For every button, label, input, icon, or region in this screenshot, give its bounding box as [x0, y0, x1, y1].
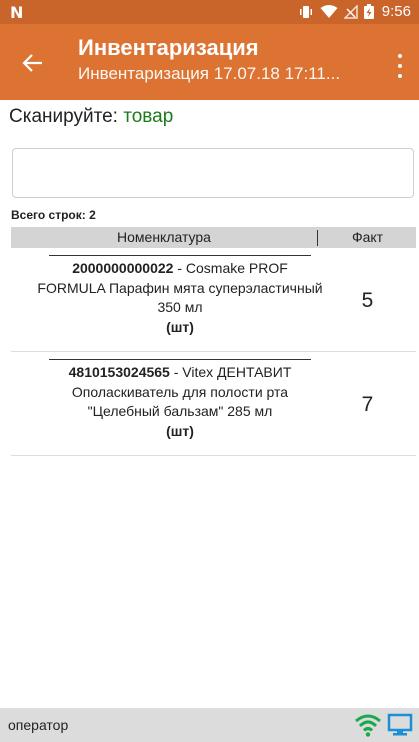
app-subtitle: Инвентаризация 17.07.18 17:11...	[78, 64, 341, 83]
battery-charging-icon	[363, 4, 374, 19]
wifi-signal-icon	[320, 4, 338, 18]
monitor-icon	[387, 713, 413, 736]
row-fact: 7	[361, 393, 374, 416]
status-icons: 9:56	[298, 3, 411, 20]
column-divider	[317, 230, 318, 246]
app-titles: Инвентаризация Инвентаризация 17.07.18 1…	[78, 34, 378, 86]
no-signal-icon	[343, 4, 358, 19]
scan-prompt-label: Сканируйте:	[9, 106, 118, 127]
row-unit: (шт)	[166, 318, 194, 335]
row-barcode: 2000000000022	[72, 260, 174, 276]
row-description: 4810153024565 - Vitex ДЕНТАВИТ Ополаскив…	[37, 363, 323, 441]
status-bar: N 9:56	[0, 0, 419, 24]
scan-target: товар	[123, 106, 174, 127]
column-header-fact: Факт	[351, 229, 384, 245]
table-header: Номенклатура Факт	[11, 227, 416, 248]
more-vert-icon[interactable]	[393, 54, 407, 78]
row-description: 2000000000022 - Cosmake PROF FORMULA Пар…	[37, 259, 323, 337]
status-time: 9:56	[381, 3, 411, 20]
vibrate-icon	[299, 5, 312, 18]
rows-count: Всего строк: 2	[11, 208, 96, 222]
n-logo-icon: N	[10, 3, 24, 22]
table-row[interactable]: 2000000000022 - Cosmake PROF FORMULA Пар…	[11, 249, 416, 352]
row-barcode: 4810153024565	[68, 364, 170, 380]
wifi-icon	[355, 714, 381, 737]
table-row[interactable]: 4810153024565 - Vitex ДЕНТАВИТ Ополаскив…	[11, 353, 416, 456]
row-divider	[49, 359, 311, 360]
app-title: Инвентаризация	[78, 35, 259, 60]
row-unit: (шт)	[166, 422, 194, 439]
row-divider	[49, 255, 311, 256]
operator-label: оператор	[8, 717, 69, 733]
back-button[interactable]	[18, 48, 48, 78]
row-fact: 5	[361, 289, 374, 312]
bottom-bar: оператор	[0, 708, 419, 742]
arrow-left-icon	[22, 54, 42, 72]
scan-prompt: Сканируйте: товар	[9, 106, 173, 128]
scan-input[interactable]	[12, 148, 414, 198]
app-bar: Инвентаризация Инвентаризация 17.07.18 1…	[0, 24, 419, 100]
column-header-name: Номенклатура	[117, 229, 211, 245]
